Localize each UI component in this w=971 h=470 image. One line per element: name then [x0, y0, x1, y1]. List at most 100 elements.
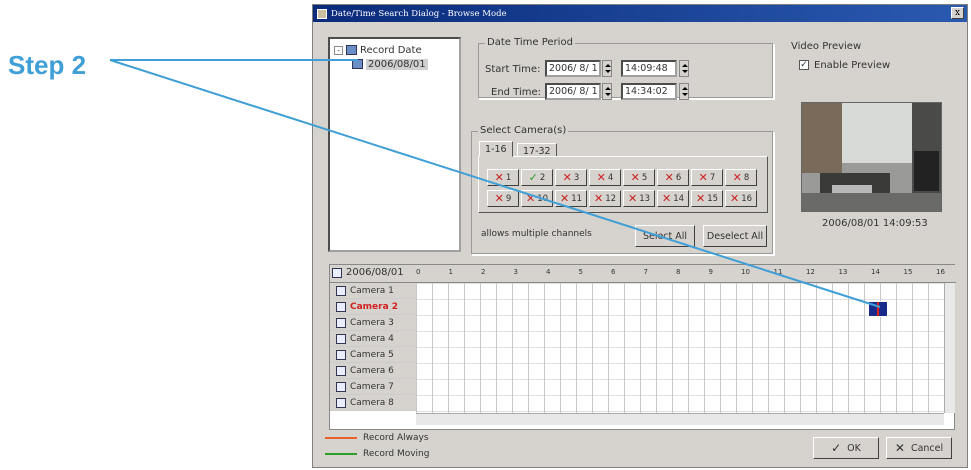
timeline-camera-row[interactable]: Camera 8: [330, 395, 416, 411]
camera-icon: [336, 333, 346, 344]
camera-button-label: 9: [505, 193, 512, 204]
camera-button-label: 7: [709, 172, 716, 183]
timeline-camera-row[interactable]: Camera 2: [330, 299, 416, 315]
camera-button-label: 3: [573, 172, 580, 183]
hour-tick-label: 3: [513, 268, 518, 276]
timeline-camera-row[interactable]: Camera 5: [330, 347, 416, 363]
camera-icon: [336, 365, 346, 376]
x-icon: ✕: [494, 192, 504, 205]
start-date-field[interactable]: 2006/ 8/ 1: [545, 60, 601, 77]
start-time-spinner[interactable]: [679, 60, 689, 77]
camera-icon: [336, 285, 346, 296]
tab-cameras-17-32[interactable]: 17-32: [517, 143, 557, 157]
timeline-camera-row[interactable]: Camera 7: [330, 379, 416, 395]
timeline-grid[interactable]: [416, 283, 944, 413]
camera-icon: [336, 301, 346, 312]
video-preview-image: [801, 102, 942, 212]
camera-row-label: Camera 7: [350, 381, 394, 392]
collapse-icon[interactable]: -: [334, 45, 343, 55]
timeline-camera-row[interactable]: Camera 4: [330, 331, 416, 347]
select-all-button[interactable]: Select All: [635, 225, 695, 247]
record-date-icon: [346, 45, 357, 55]
camera-button-12[interactable]: ✕ 12: [589, 190, 621, 207]
ok-label: OK: [847, 442, 861, 454]
x-icon: ✕: [698, 171, 708, 184]
cancel-button[interactable]: ✕ Cancel: [886, 437, 952, 459]
camera-button-label: 15: [707, 193, 719, 204]
preview-scene: [802, 103, 941, 211]
recording-segment[interactable]: [868, 301, 888, 317]
end-time-label: End Time:: [491, 87, 542, 98]
x-icon: ✕: [664, 171, 674, 184]
camera-button-3[interactable]: ✕ 3: [555, 169, 587, 186]
camera-icon: [336, 397, 346, 408]
camera-row-label: Camera 8: [350, 397, 394, 408]
checkmark-icon: ✓: [831, 441, 842, 455]
tree-root[interactable]: - Record Date: [334, 43, 455, 57]
hour-tick-label: 11: [773, 268, 783, 276]
cancel-x-icon: ✕: [894, 441, 905, 455]
start-time-label: Start Time:: [485, 64, 541, 75]
camera-button-1[interactable]: ✕ 1: [487, 169, 519, 186]
select-cameras-title: Select Camera(s): [478, 125, 569, 136]
hour-tick-label: 15: [903, 268, 913, 276]
camera-button-11[interactable]: ✕ 11: [555, 190, 587, 207]
camera-button-label: 16: [741, 193, 753, 204]
date-time-period-title: Date Time Period: [485, 37, 575, 48]
camera-button-15[interactable]: ✕ 15: [691, 190, 723, 207]
x-icon: ✕: [562, 171, 572, 184]
timeline-horizontal-scrollbar[interactable]: [416, 413, 944, 425]
tab-cameras-1-16[interactable]: 1-16: [479, 141, 513, 157]
tree-date-node[interactable]: 2006/08/01: [352, 57, 455, 71]
camera-row-label: Camera 5: [350, 349, 394, 360]
end-date-spinner[interactable]: [602, 83, 612, 100]
camera-button-9[interactable]: ✕ 9: [487, 190, 519, 207]
camera-button-13[interactable]: ✕ 13: [623, 190, 655, 207]
camera-row-label: Camera 3: [350, 317, 394, 328]
camera-icon: [336, 349, 346, 360]
camera-button-label: 11: [571, 193, 583, 204]
camera-button-4[interactable]: ✕ 4: [589, 169, 621, 186]
camera-button-7[interactable]: ✕ 7: [691, 169, 723, 186]
close-button[interactable]: x: [951, 7, 964, 19]
camera-button-14[interactable]: ✕ 14: [657, 190, 689, 207]
tree-root-label: Record Date: [360, 44, 422, 56]
calendar-icon: [352, 59, 363, 69]
timeline-header: 2006/08/01 0 1 2 3 4 5 6 7 8 9 10 11 12 13 14 15 16: [330, 265, 956, 283]
preview-timestamp: 2006/08/01 14:09:53: [822, 218, 928, 229]
hour-tick-label: 10: [741, 268, 750, 276]
ok-button[interactable]: ✓ OK: [813, 437, 879, 459]
end-time-spinner[interactable]: [679, 83, 689, 100]
timeline-camera-row[interactable]: Camera 1: [330, 283, 416, 299]
x-icon: ✕: [661, 192, 672, 205]
hour-tick-label: 16: [936, 268, 945, 276]
camera-button-label: 2: [539, 172, 546, 183]
timeline-camera-row[interactable]: Camera 3: [330, 315, 416, 331]
camera-button-label: 8: [743, 172, 750, 183]
timeline-vertical-scrollbar[interactable]: [944, 283, 955, 413]
timeline-camera-row[interactable]: Camera 6: [330, 363, 416, 379]
end-time-field[interactable]: 14:34:02: [621, 83, 677, 100]
camera-button-5[interactable]: ✕ 5: [623, 169, 655, 186]
record-date-tree: - Record Date 2006/08/01: [328, 37, 461, 252]
x-icon: ✕: [525, 192, 536, 205]
start-date-spinner[interactable]: [602, 60, 612, 77]
camera-button-2[interactable]: ✓ 2: [521, 169, 553, 186]
start-time-field[interactable]: 14:09:48: [621, 60, 677, 77]
timeline-date: 2006/08/01: [332, 267, 404, 278]
deselect-all-button[interactable]: Deselect All: [703, 225, 767, 247]
camera-button-label: 5: [641, 172, 648, 183]
hour-tick-label: 12: [806, 268, 815, 276]
legend-always-label: Record Always: [363, 433, 429, 443]
camera-button-16[interactable]: ✕ 16: [725, 190, 757, 207]
hour-tick-label: 4: [546, 268, 551, 276]
camera-button-8[interactable]: ✕ 8: [725, 169, 757, 186]
end-date-field[interactable]: 2006/ 8/ 1: [545, 83, 601, 100]
x-icon: ✕: [630, 171, 640, 184]
enable-preview-checkbox[interactable]: ✓: [799, 60, 809, 70]
hour-tick-label: 13: [838, 268, 848, 276]
x-icon: ✕: [695, 192, 706, 205]
camera-button-6[interactable]: ✕ 6: [657, 169, 689, 186]
camera-button-label: 12: [605, 193, 617, 204]
camera-button-10[interactable]: ✕ 10: [521, 190, 553, 207]
